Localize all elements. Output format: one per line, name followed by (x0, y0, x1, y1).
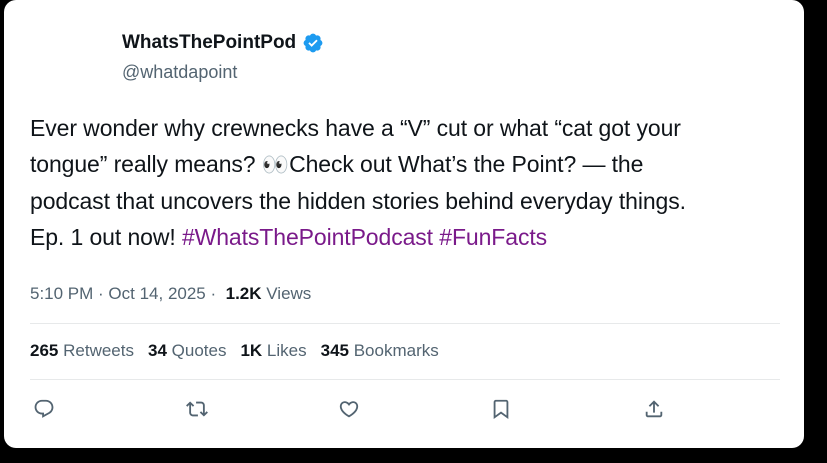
divider-top (30, 323, 780, 324)
tweet-line-2-start: tongue” really means? (30, 151, 262, 177)
tweet-card: WhatsThePointPod @whatdapoint Ever wonde… (4, 0, 804, 448)
tweet-date[interactable]: Oct 14, 2025 (108, 284, 205, 303)
meta-separator: · (93, 284, 109, 303)
tweet-line-4: Ep. 1 out now! #WhatsThePointPodcast #Fu… (30, 219, 800, 255)
share-button[interactable] (641, 396, 667, 422)
action-bar (4, 396, 804, 426)
retweet-button[interactable] (184, 396, 210, 422)
stat-likes[interactable]: 1K Likes (240, 339, 306, 363)
display-name[interactable]: WhatsThePointPod (122, 28, 296, 58)
share-icon (645, 400, 663, 418)
verified-badge-icon (302, 32, 324, 54)
quotes-count: 34 (147, 341, 167, 360)
quotes-label: Quotes (171, 341, 227, 360)
likes-label: Likes (266, 341, 307, 360)
stat-retweets[interactable]: 265 Retweets (30, 339, 134, 363)
divider-bottom (30, 379, 780, 380)
tweet-line-2: tongue” really means? 👀Check out What’s … (30, 146, 800, 183)
tweet-line-3: podcast that uncovers the hidden stories… (30, 188, 686, 214)
name-row: WhatsThePointPod (122, 28, 324, 58)
bookmarks-count: 345 (320, 341, 349, 360)
likes-count: 1K (240, 341, 263, 360)
tweet-line-4-start: Ep. 1 out now! (30, 224, 182, 250)
views-label: Views (266, 284, 312, 303)
stat-bookmarks[interactable]: 345 Bookmarks (321, 339, 439, 363)
bookmark-button[interactable] (488, 396, 514, 422)
stat-quotes[interactable]: 34 Quotes (148, 339, 226, 363)
tweet-meta: 5:10 PM · Oct 14, 2025 · 1.2K Views (30, 282, 311, 306)
tweet-stats: 265 Retweets 34 Quotes 1K Likes 345 Book… (30, 339, 453, 363)
views-count: 1.2K (225, 284, 262, 303)
hashtag-funfacts[interactable]: #FunFacts (439, 224, 547, 250)
retweet-icon (186, 401, 208, 417)
reply-button[interactable] (31, 396, 57, 422)
heart-icon (339, 401, 359, 418)
tweet-line-1: Ever wonder why crewnecks have a “V” cut… (30, 115, 681, 141)
tweet-text: Ever wonder why crewnecks have a “V” cut… (30, 110, 800, 255)
reply-icon (34, 399, 54, 418)
retweets-label: Retweets (63, 341, 134, 360)
bookmark-icon (493, 399, 509, 420)
meta-separator-2: · (205, 284, 221, 303)
like-button[interactable] (336, 396, 362, 422)
hashtag-whatsthepointpodcast[interactable]: #WhatsThePointPodcast (182, 224, 433, 250)
tweet-time[interactable]: 5:10 PM (30, 284, 93, 303)
tweet-header: WhatsThePointPod @whatdapoint (122, 28, 324, 84)
eyes-emoji: 👀 (261, 152, 290, 177)
bookmarks-label: Bookmarks (353, 341, 439, 360)
retweets-count: 265 (30, 341, 59, 360)
tweet-line-2-end: Check out What’s the Point? — the (289, 151, 644, 177)
user-handle[interactable]: @whatdapoint (122, 60, 324, 84)
